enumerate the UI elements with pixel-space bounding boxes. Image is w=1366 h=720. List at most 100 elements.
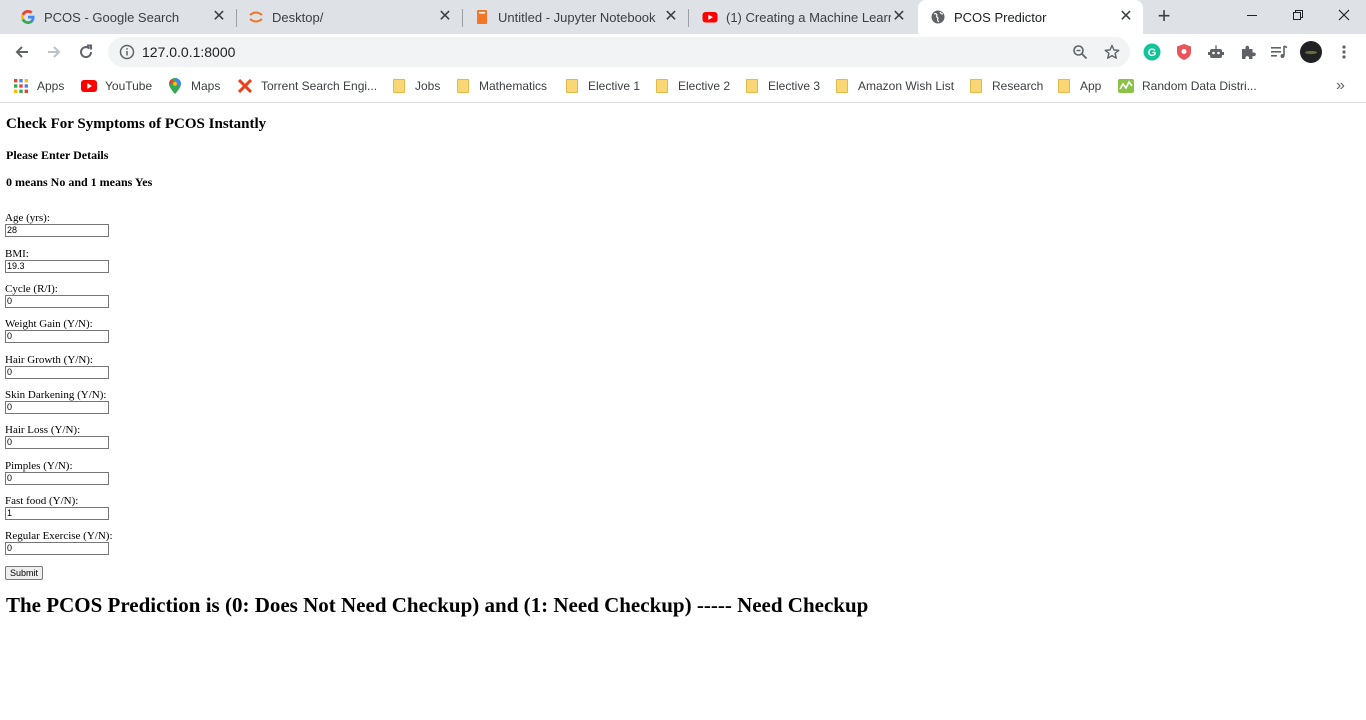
browser-toolbar: 127.0.0.1:8000 G xyxy=(0,34,1366,70)
address-bar[interactable]: 127.0.0.1:8000 xyxy=(108,37,1130,67)
globe-icon xyxy=(930,9,946,25)
x-icon xyxy=(237,78,253,94)
minimize-button[interactable] xyxy=(1229,0,1275,30)
bmi-input[interactable]: 19.3 xyxy=(5,260,109,273)
bookmarks-bar: Apps YouTube Maps Torrent Search Engi...… xyxy=(0,70,1366,103)
hair-growth-label: Hair Growth (Y/N): xyxy=(5,354,93,366)
bookmark-folder-elective-3[interactable]: Elective 3 xyxy=(744,77,820,95)
tab-jupyter-notebook[interactable]: Untitled - Jupyter Notebook ✕ xyxy=(462,0,688,34)
media-control-icon[interactable] xyxy=(1270,43,1288,61)
page-title: Check For Symptoms of PCOS Instantly xyxy=(6,116,267,132)
bookmark-label: Elective 2 xyxy=(678,79,731,93)
prediction-result: The PCOS Prediction is (0: Does Not Need… xyxy=(6,593,869,617)
weight-gain-input[interactable]: 0 xyxy=(5,330,109,343)
bookmark-label: Research xyxy=(992,79,1044,93)
bookmark-label: Jobs xyxy=(415,79,441,93)
youtube-icon xyxy=(81,78,97,94)
bookmark-label: Random Data Distri... xyxy=(1142,79,1257,93)
chart-icon xyxy=(1118,78,1134,94)
cycle-input[interactable]: 0 xyxy=(5,295,109,308)
skin-darkening-input[interactable]: 0 xyxy=(5,401,109,414)
bookmark-folder-elective-1[interactable]: Elective 1 xyxy=(564,77,640,95)
reload-icon xyxy=(80,44,93,59)
notebook-icon xyxy=(474,9,490,25)
forward-arrow-icon xyxy=(48,46,61,58)
folder-icon xyxy=(455,78,471,94)
new-tab-button[interactable]: + xyxy=(1153,5,1175,28)
bookmark-torrent-search[interactable]: Torrent Search Engi... xyxy=(237,77,377,95)
google-icon xyxy=(20,9,36,25)
tab-title: PCOS Predictor xyxy=(954,9,1047,25)
regular-exercise-label: Regular Exercise (Y/N): xyxy=(5,530,113,542)
close-icon[interactable]: ✕ xyxy=(891,9,907,25)
close-icon[interactable]: ✕ xyxy=(663,9,679,25)
instructions-heading: Please Enter Details xyxy=(6,148,109,162)
reload-button[interactable] xyxy=(72,38,100,66)
more-bookmarks-chevron-icon[interactable]: » xyxy=(1336,77,1345,95)
tab-youtube-video[interactable]: (1) Creating a Machine Learnin ✕ xyxy=(690,0,916,34)
tab-divider xyxy=(688,9,689,27)
close-icon[interactable]: ✕ xyxy=(1118,9,1134,25)
submit-button[interactable]: Submit xyxy=(5,566,43,580)
shield-extension-icon[interactable] xyxy=(1175,43,1193,61)
page-content: Check For Symptoms of PCOS Instantly Ple… xyxy=(0,103,1366,720)
fast-food-input[interactable]: 1 xyxy=(5,507,109,520)
jupyter-icon xyxy=(248,9,264,25)
tab-google-search[interactable]: PCOS - Google Search ✕ xyxy=(8,0,236,34)
back-button[interactable] xyxy=(8,38,36,66)
hair-loss-label: Hair Loss (Y/N): xyxy=(5,424,81,436)
close-window-button[interactable] xyxy=(1321,0,1366,30)
hair-growth-input[interactable]: 0 xyxy=(5,366,109,379)
bookmark-folder-research[interactable]: Research xyxy=(968,77,1043,95)
age-input[interactable]: 28 xyxy=(5,224,109,237)
bookmark-label: Maps xyxy=(191,79,221,93)
extensions-puzzle-icon[interactable] xyxy=(1239,43,1257,61)
bookmark-folder-elective-2[interactable]: Elective 2 xyxy=(654,77,730,95)
zoom-icon[interactable] xyxy=(1072,44,1088,60)
folder-icon xyxy=(654,78,670,94)
bookmark-star-icon[interactable] xyxy=(1104,44,1120,60)
bookmark-folder-amazon-wish-list[interactable]: Amazon Wish List xyxy=(834,77,954,95)
bookmark-random-data[interactable]: Random Data Distri... xyxy=(1118,77,1257,95)
bookmark-label: App xyxy=(1080,79,1102,93)
grammarly-icon[interactable]: G xyxy=(1143,43,1161,61)
fast-food-label: Fast food (Y/N): xyxy=(5,495,79,507)
bookmark-maps[interactable]: Maps xyxy=(167,77,220,95)
bookmark-label: Torrent Search Engi... xyxy=(261,79,378,93)
bookmark-apps[interactable]: Apps xyxy=(13,77,64,95)
hair-loss-input[interactable]: 0 xyxy=(5,436,109,449)
forward-button[interactable] xyxy=(40,38,68,66)
cycle-label: Cycle (R/I): xyxy=(5,283,58,295)
maps-pin-icon xyxy=(167,78,183,94)
folder-icon xyxy=(968,78,984,94)
close-icon[interactable]: ✕ xyxy=(211,9,227,25)
site-info-icon[interactable] xyxy=(119,44,135,60)
svg-text:G: G xyxy=(1148,47,1157,59)
robot-extension-icon[interactable] xyxy=(1207,43,1225,61)
tab-desktop[interactable]: Desktop/ ✕ xyxy=(236,0,462,34)
bookmark-label: Mathematics xyxy=(479,79,548,93)
more-menu-icon[interactable] xyxy=(1335,43,1353,61)
tab-title: Desktop/ xyxy=(272,9,324,25)
bookmark-label: Elective 1 xyxy=(588,79,641,93)
tab-pcos-predictor[interactable]: PCOS Predictor ✕ xyxy=(918,0,1143,34)
pimples-label: Pimples (Y/N): xyxy=(5,460,73,472)
youtube-icon xyxy=(702,9,718,25)
bookmark-label: YouTube xyxy=(105,79,153,93)
url-text[interactable]: 127.0.0.1:8000 xyxy=(142,44,235,60)
weight-gain-label: Weight Gain (Y/N): xyxy=(5,318,93,330)
pimples-input[interactable]: 0 xyxy=(5,472,109,485)
skin-darkening-label: Skin Darkening (Y/N): xyxy=(5,389,107,401)
age-label: Age (yrs): xyxy=(5,212,50,224)
folder-icon xyxy=(1056,78,1072,94)
bookmark-youtube[interactable]: YouTube xyxy=(81,77,152,95)
bookmark-label: Elective 3 xyxy=(768,79,821,93)
profile-avatar[interactable] xyxy=(1300,41,1322,63)
regular-exercise-input[interactable]: 0 xyxy=(5,542,109,555)
bookmark-folder-app[interactable]: App xyxy=(1056,77,1101,95)
bookmark-folder-mathematics[interactable]: Mathematics xyxy=(455,77,547,95)
close-icon[interactable]: ✕ xyxy=(437,9,453,25)
tab-title: (1) Creating a Machine Learnin xyxy=(726,9,891,25)
bookmark-folder-jobs[interactable]: Jobs xyxy=(391,77,440,95)
restore-button[interactable] xyxy=(1275,0,1321,30)
